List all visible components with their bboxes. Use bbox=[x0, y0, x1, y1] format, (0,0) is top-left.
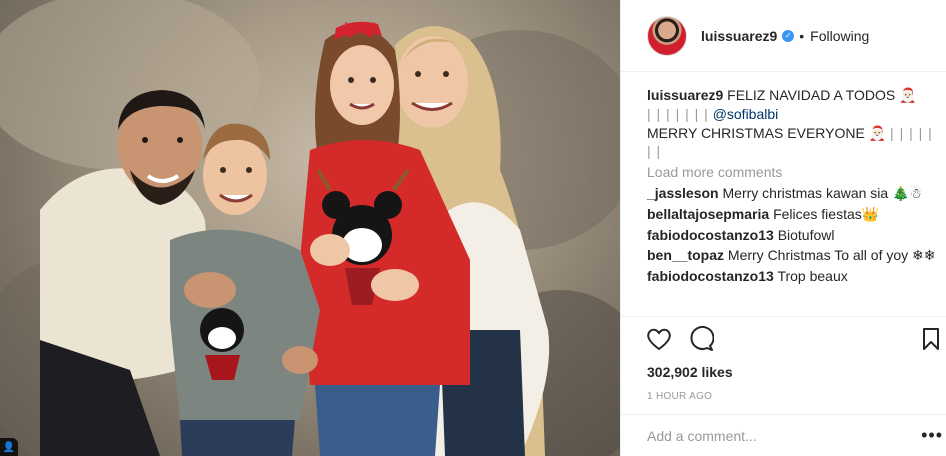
post-side-panel: luissuarez9 ✓ • Following luissuarez9 FE… bbox=[620, 0, 946, 456]
caption: luissuarez9 FELIZ NAVIDAD A TODOS 🎅🏻 | |… bbox=[647, 86, 939, 161]
comment-text: Felices fiestas👑 bbox=[773, 205, 880, 222]
bookmark-icon[interactable] bbox=[917, 325, 945, 353]
caption-text-1: FELIZ NAVIDAD A TODOS 🎅🏻 bbox=[727, 87, 917, 103]
post-photo[interactable]: 👤 bbox=[0, 0, 620, 456]
post-timestamp: 1 HOUR AGO bbox=[647, 391, 713, 402]
caption-decor-1: | | | | | | | bbox=[647, 105, 709, 122]
avatar[interactable] bbox=[647, 15, 687, 56]
action-buttons bbox=[645, 325, 715, 353]
comment-username[interactable]: fabiodocostanzo13 bbox=[647, 227, 774, 243]
load-more-comments-link[interactable]: Load more comments bbox=[647, 163, 939, 182]
comment-item: bellaltajosepmaria Felices fiestas👑 bbox=[647, 205, 939, 224]
comment-item: _jassleson Merry christmas kawan sia 🎄☃ bbox=[647, 184, 939, 203]
comment-username[interactable]: _jassleson bbox=[647, 185, 719, 201]
comment-text: Trop beaux bbox=[777, 268, 848, 285]
comment-username[interactable]: fabiodocostanzo13 bbox=[647, 268, 774, 284]
comment-text: Biotufowl bbox=[777, 226, 835, 243]
comment-username[interactable]: ben__topaz bbox=[647, 247, 724, 263]
likes-count[interactable]: 302,902 likes bbox=[647, 364, 733, 380]
comment-item: fabiodocostanzo13 Trop beaux bbox=[647, 267, 939, 286]
comments-list: luissuarez9 FELIZ NAVIDAD A TODOS 🎅🏻 | |… bbox=[647, 86, 939, 286]
following-button[interactable]: Following bbox=[810, 28, 869, 44]
heart-icon[interactable] bbox=[645, 325, 673, 353]
more-options-icon[interactable]: ••• bbox=[921, 425, 943, 446]
caption-text-2: MERRY CHRISTMAS EVERYONE 🎅🏻 bbox=[647, 124, 887, 141]
caption-username[interactable]: luissuarez9 bbox=[647, 87, 723, 103]
header-username[interactable]: luissuarez9 bbox=[701, 28, 777, 44]
post-actions: 302,902 likes 1 HOUR AGO bbox=[621, 316, 946, 414]
add-comment-bar: ••• bbox=[621, 414, 946, 456]
comment-bubble-icon[interactable] bbox=[687, 325, 715, 353]
comment-text: Merry Christmas To all of yoy ❄❄ bbox=[727, 247, 936, 264]
user-tag-icon[interactable]: 👤 bbox=[0, 438, 18, 456]
instagram-post: 👤 luissuarez9 ✓ • Following luissuarez9 … bbox=[0, 0, 946, 456]
caption-mention[interactable]: @sofibalbi bbox=[713, 106, 779, 122]
header-separator: • bbox=[799, 27, 805, 44]
comment-item: ben__topaz Merry Christmas To all of yoy… bbox=[647, 246, 939, 265]
add-comment-input[interactable] bbox=[647, 427, 887, 444]
comment-username[interactable]: bellaltajosepmaria bbox=[647, 206, 769, 222]
comment-item: fabiodocostanzo13 Biotufowl bbox=[647, 226, 939, 245]
verified-badge-icon: ✓ bbox=[782, 29, 795, 42]
comment-text: Merry christmas kawan sia 🎄☃ bbox=[722, 184, 923, 201]
family-photo-illustration bbox=[0, 0, 620, 456]
post-header: luissuarez9 ✓ • Following bbox=[621, 0, 946, 72]
